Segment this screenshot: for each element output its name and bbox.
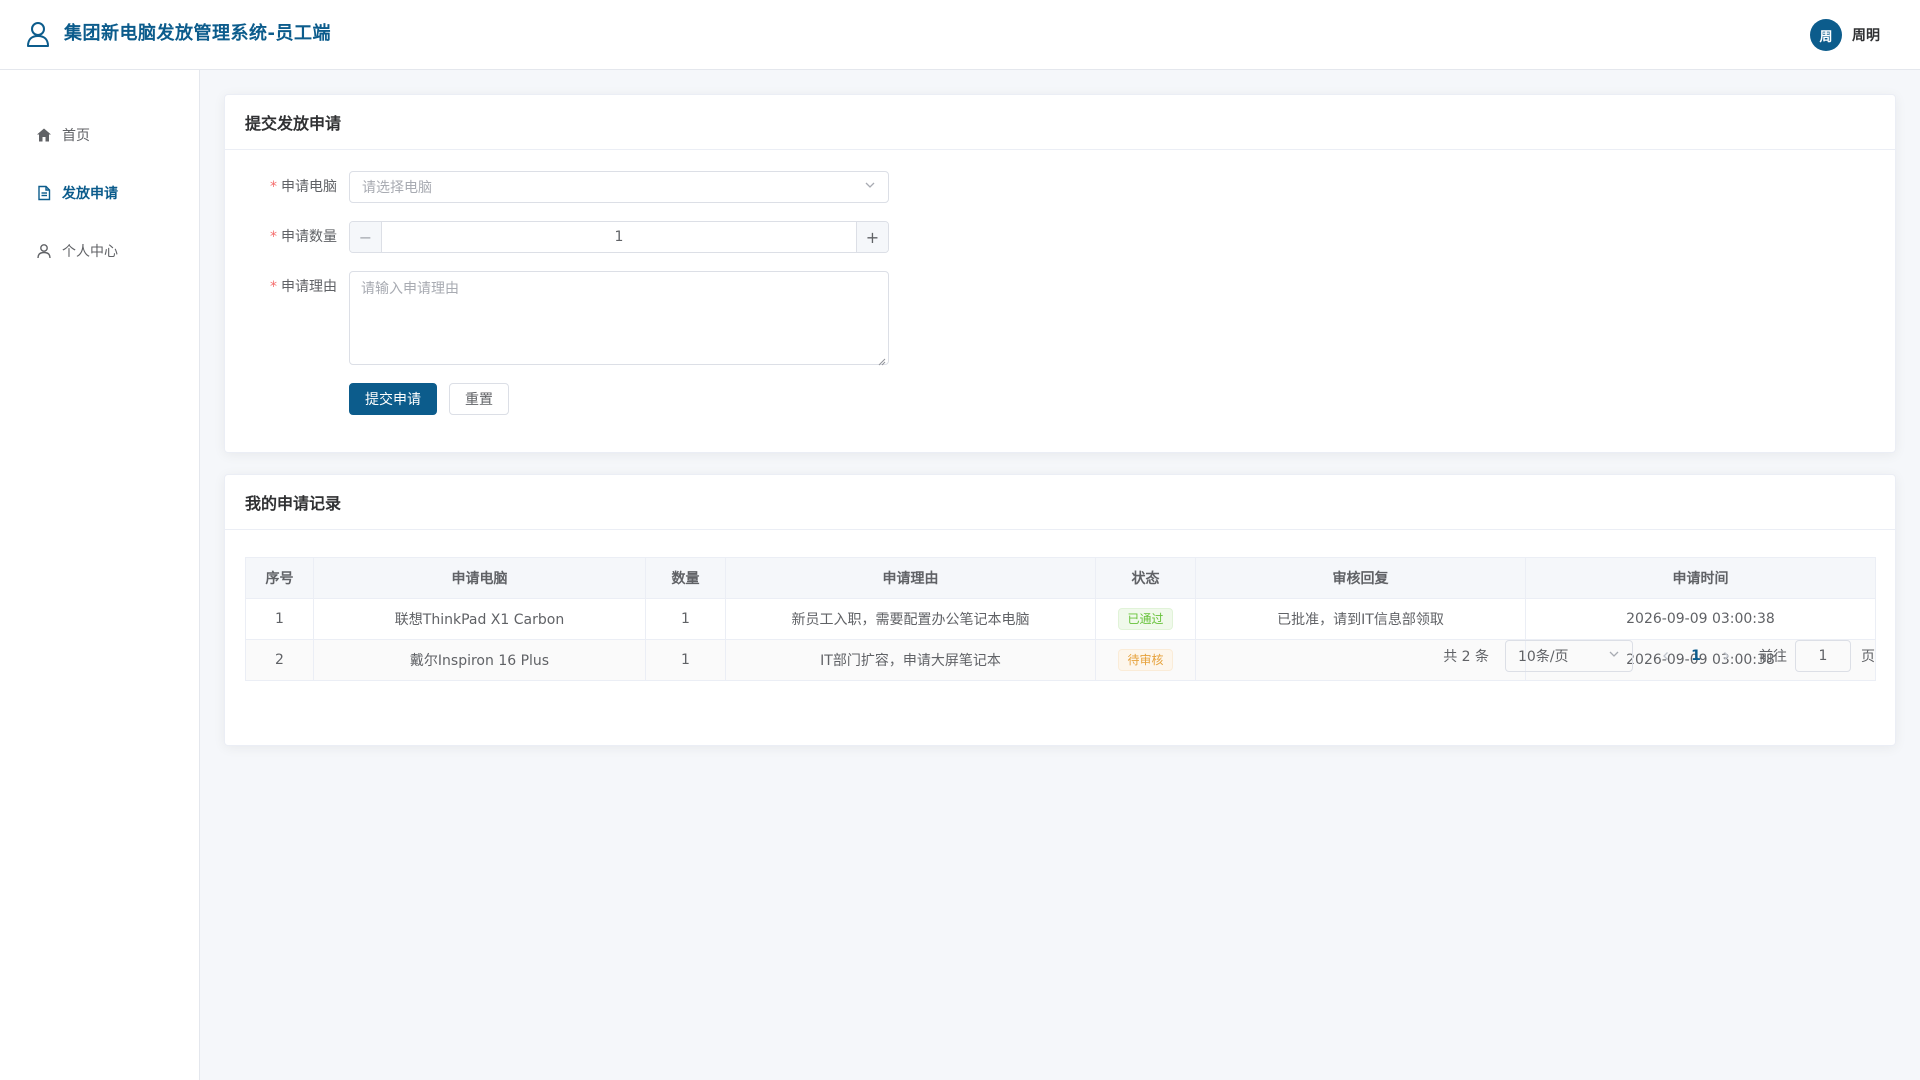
home-icon xyxy=(36,127,52,143)
sidebar-item-label: 发放申请 xyxy=(62,186,118,202)
quantity-form-item: * 申请数量 − 1 + xyxy=(245,221,889,253)
records-card: 我的申请记录 序号 申请电脑 数量 申请理由 状态 审核回复 申请时间 1 联想… xyxy=(224,474,1896,746)
cell-status: 待审核 xyxy=(1095,639,1196,681)
computer-label: * 申请电脑 xyxy=(270,179,337,195)
page-size-select[interactable]: 10条/页 xyxy=(1505,640,1633,672)
cell-time: 2026-09-09 03:00:38 xyxy=(1525,598,1876,640)
resize-handle-icon[interactable] xyxy=(878,354,886,366)
table-row[interactable]: 1 联想ThinkPad X1 Carbon 1 新员工入职，需要配置办公笔记本… xyxy=(245,598,1876,640)
sidebar-item-profile[interactable]: 个人中心 xyxy=(0,231,199,271)
chevron-down-icon xyxy=(1608,648,1620,664)
cell-index: 2 xyxy=(245,639,314,681)
cell-reason: 新员工入职，需要配置办公笔记本电脑 xyxy=(725,598,1096,640)
status-badge: 待审核 xyxy=(1118,649,1173,671)
column-header: 申请时间 xyxy=(1525,557,1876,599)
prev-page-icon[interactable] xyxy=(1651,651,1681,661)
computer-form-item: * 申请电脑 请选择电脑 xyxy=(245,171,889,203)
user-icon xyxy=(36,243,52,259)
column-header: 状态 xyxy=(1095,557,1196,599)
cell-computer: 联想ThinkPad X1 Carbon xyxy=(313,598,646,640)
reason-textarea[interactable]: 请输入申请理由 xyxy=(349,271,889,366)
sidebar-item-home[interactable]: 首页 xyxy=(0,115,199,155)
user-name[interactable]: 周明 xyxy=(1852,25,1880,45)
apply-form-card: 提交发放申请 * 申请电脑 请选择电脑 * 申请数量 − 1 + * 申请理由 请输入… xyxy=(224,94,1896,453)
quantity-input[interactable]: 1 xyxy=(382,222,856,252)
sidebar-item-label: 个人中心 xyxy=(62,244,118,260)
column-header: 申请理由 xyxy=(725,557,1096,599)
quantity-label: * 申请数量 xyxy=(270,229,337,245)
reason-placeholder: 请输入申请理由 xyxy=(361,281,459,297)
submit-button[interactable]: 提交申请 xyxy=(349,383,437,415)
column-header: 审核回复 xyxy=(1195,557,1526,599)
cell-computer: 戴尔Inspiron 16 Plus xyxy=(313,639,646,681)
page-number[interactable]: 1 xyxy=(1681,648,1711,664)
cell-reply: 已批准，请到IT信息部领取 xyxy=(1195,598,1526,640)
cell-reason: IT部门扩容，申请大屏笔记本 xyxy=(725,639,1096,681)
goto-page-input[interactable]: 1 xyxy=(1795,640,1851,672)
document-icon xyxy=(36,185,52,201)
increase-button[interactable]: + xyxy=(856,222,888,252)
cell-qty: 1 xyxy=(645,639,726,681)
quantity-stepper: − 1 + xyxy=(349,221,889,253)
decrease-button[interactable]: − xyxy=(350,222,382,252)
reset-button[interactable]: 重置 xyxy=(449,383,509,415)
column-header: 序号 xyxy=(245,557,314,599)
card-title: 提交发放申请 xyxy=(225,95,1895,150)
cell-status: 已通过 xyxy=(1095,598,1196,640)
status-badge: 已通过 xyxy=(1118,608,1173,630)
computer-select-placeholder: 请选择电脑 xyxy=(362,180,432,196)
goto-label: 前往 xyxy=(1759,649,1787,665)
top-header: 集团新电脑发放管理系统-员工端 周 周明 xyxy=(0,0,1920,70)
card-title: 我的申请记录 xyxy=(225,475,1895,530)
page-size-value: 10条/页 xyxy=(1518,649,1569,665)
user-outline-icon xyxy=(26,21,50,47)
sidebar: 首页 发放申请 个人中心 xyxy=(0,70,200,1080)
column-header: 申请电脑 xyxy=(313,557,646,599)
goto-suffix: 页 xyxy=(1861,649,1875,665)
table-header-row: 序号 申请电脑 数量 申请理由 状态 审核回复 申请时间 xyxy=(245,557,1876,599)
reason-label: * 申请理由 xyxy=(270,279,337,295)
pagination: 共 2 条 10条/页 1 前往 1 页 xyxy=(1443,640,1875,672)
column-header: 数量 xyxy=(645,557,726,599)
pagination-total: 共 2 条 xyxy=(1443,649,1489,665)
cell-index: 1 xyxy=(245,598,314,640)
next-page-icon[interactable] xyxy=(1711,651,1741,661)
chevron-down-icon xyxy=(864,179,876,195)
sidebar-item-apply[interactable]: 发放申请 xyxy=(0,173,199,213)
cell-qty: 1 xyxy=(645,598,726,640)
avatar[interactable]: 周 xyxy=(1810,19,1842,51)
app-title: 集团新电脑发放管理系统-员工端 xyxy=(64,23,331,44)
computer-select[interactable]: 请选择电脑 xyxy=(349,171,889,203)
user-menu[interactable]: 周 周明 xyxy=(1810,19,1880,51)
reason-form-item: * 申请理由 请输入申请理由 xyxy=(245,271,889,366)
form-actions: 提交申请 重置 xyxy=(349,383,509,415)
sidebar-item-label: 首页 xyxy=(62,128,90,144)
